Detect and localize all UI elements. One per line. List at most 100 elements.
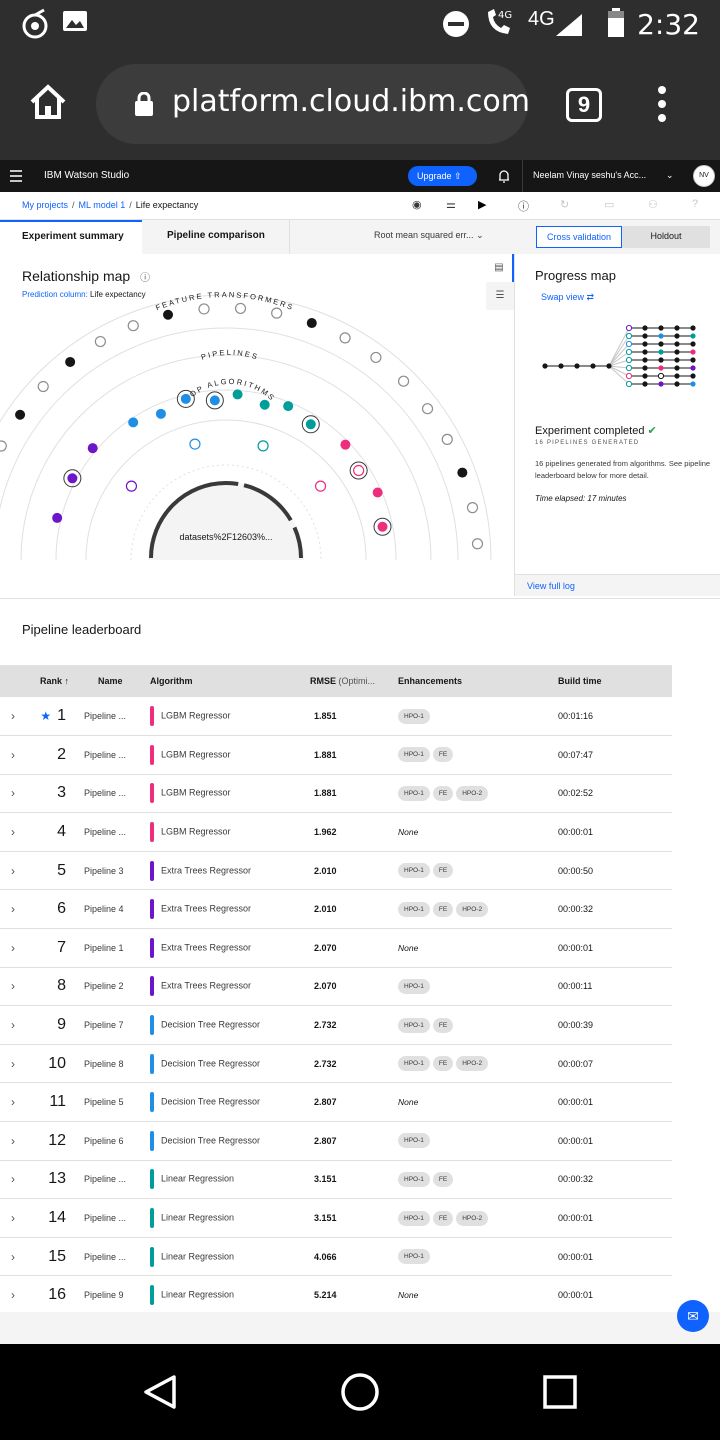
expand-row-icon[interactable]: › (0, 851, 26, 890)
expand-row-icon[interactable]: › (0, 1006, 26, 1045)
home-nav-icon[interactable] (340, 1372, 380, 1412)
name-header[interactable]: Name (84, 665, 150, 697)
pipeline-node[interactable] (340, 439, 351, 450)
rank-header[interactable]: Rank ↑ (26, 665, 84, 697)
relationship-map[interactable]: FEATURE TRANSFORMERS PIPELINES TOP ALGOR… (0, 254, 514, 596)
run-icon[interactable]: ▶ (478, 198, 486, 211)
pipeline-name[interactable]: Pipeline 1 (84, 929, 150, 968)
expand-row-icon[interactable]: › (0, 1122, 26, 1161)
eye-icon[interactable]: ◉ (412, 198, 422, 211)
rmse-header[interactable]: RMSE (Optimi... (310, 665, 398, 697)
map-view-icon[interactable]: ▤ (486, 254, 514, 282)
pipeline-name[interactable]: Pipeline 2 (84, 967, 150, 1006)
feature-transformer-node[interactable] (271, 307, 283, 319)
expand-row-icon[interactable]: › (0, 1160, 26, 1199)
history-icon[interactable]: ↻ (560, 198, 569, 211)
more-options-icon[interactable] (658, 86, 668, 128)
pipeline-node[interactable] (259, 399, 270, 410)
pipeline-node[interactable] (232, 389, 243, 400)
pipeline-name[interactable]: Pipeline ... (84, 813, 150, 852)
address-bar[interactable]: platform.cloud.ibm.com (96, 64, 528, 144)
algorithm-header[interactable]: Algorithm (150, 665, 310, 697)
pipeline-node[interactable] (353, 464, 365, 477)
dataset-node[interactable] (148, 482, 304, 560)
algorithm-node[interactable] (125, 480, 138, 492)
feature-transformer-node[interactable] (234, 302, 247, 315)
comment-icon[interactable]: ▭ (604, 198, 614, 211)
table-row[interactable]: › 2 Pipeline ... LGBM Regressor 1.881 HPO-1 FE… (0, 735, 672, 775)
expand-row-icon[interactable]: › (0, 697, 26, 736)
feature-transformer-node[interactable] (441, 433, 453, 445)
upgrade-button[interactable]: Upgrade ⇧ (408, 166, 477, 186)
pipeline-name[interactable]: Pipeline ... (84, 697, 150, 736)
account-switcher[interactable]: Neelam Vinay seshu's Acc... (522, 160, 686, 192)
pipeline-node[interactable] (283, 401, 294, 412)
feature-transformer-node[interactable] (37, 380, 49, 393)
table-row[interactable]: › 14 Pipeline ... Linear Regression 3.151 HPO… (0, 1198, 672, 1238)
feature-transformer-node[interactable] (421, 403, 434, 415)
settings-sliders-icon[interactable]: ⚌ (446, 198, 456, 211)
table-row[interactable]: › 7 Pipeline 1 Extra Trees Regressor 2.070 No… (0, 928, 672, 968)
feature-transformer-node[interactable] (127, 320, 139, 332)
enhancements-header[interactable]: Enhancements (398, 665, 558, 697)
metric-select[interactable]: Root mean squared err... ⌄ (374, 230, 484, 241)
expand-row-icon[interactable]: › (0, 1083, 26, 1122)
feature-transformer-node[interactable] (94, 335, 106, 348)
pipeline-node[interactable] (128, 417, 139, 428)
build-time-header[interactable]: Build time (558, 665, 672, 697)
list-view-icon[interactable]: ☰ (486, 282, 514, 310)
table-row[interactable]: › 15 Pipeline ... Linear Regression 4.066 HPO… (0, 1237, 672, 1276)
pipeline-name[interactable]: Pipeline ... (84, 1199, 150, 1238)
recents-icon[interactable] (542, 1374, 578, 1410)
expand-row-icon[interactable]: › (0, 890, 26, 929)
pipeline-node[interactable] (67, 473, 78, 484)
pipeline-name[interactable]: Pipeline ... (84, 774, 150, 813)
pipeline-node[interactable] (377, 521, 388, 532)
pipeline-name[interactable]: Pipeline 5 (84, 1083, 150, 1122)
expand-row-icon[interactable]: › (0, 929, 26, 968)
pipeline-name[interactable]: Pipeline 4 (84, 890, 150, 929)
algorithm-node[interactable] (189, 438, 201, 450)
pipeline-name[interactable]: Pipeline 6 (84, 1122, 150, 1161)
pipeline-node[interactable] (180, 393, 191, 404)
table-row[interactable]: › 10 Pipeline 8 Decision Tree Regressor 2.73… (0, 1044, 672, 1083)
view-full-log-link[interactable]: View full log (515, 574, 720, 596)
feature-transformer-node[interactable] (339, 332, 351, 344)
feature-transformer-node[interactable] (397, 375, 410, 387)
help-icon[interactable]: ? (692, 198, 698, 210)
pipeline-name[interactable]: Pipeline ... (84, 1237, 150, 1276)
pipeline-node[interactable] (155, 408, 166, 419)
feature-transformer-node[interactable] (471, 538, 484, 550)
table-row[interactable]: › 5 Pipeline 3 Extra Trees Regressor 2.010 HP… (0, 851, 672, 890)
feature-transformer-node[interactable] (198, 303, 210, 315)
tab-pipeline-comparison[interactable]: Pipeline comparison (142, 220, 290, 254)
pipeline-name[interactable]: Pipeline 3 (84, 851, 150, 890)
pipeline-node[interactable] (209, 395, 220, 406)
holdout-button[interactable]: Holdout (622, 226, 710, 248)
swap-view-link[interactable]: Swap view ⇄ (541, 292, 594, 303)
table-row[interactable]: › 16 Pipeline 9 Linear Regression 5.214 None 0… (0, 1275, 672, 1315)
menu-icon[interactable] (10, 170, 22, 185)
table-row[interactable]: › 12 Pipeline 6 Decision Tree Regressor 2.80… (0, 1121, 672, 1161)
table-row[interactable]: › ★ 1 Pipeline ... LGBM Regressor 1.851 HPO-1 0… (0, 697, 672, 736)
avatar[interactable]: NV (693, 165, 715, 187)
expand-row-icon[interactable]: › (0, 1199, 26, 1238)
pipeline-node[interactable] (87, 443, 98, 454)
breadcrumb-ml-model[interactable]: ML model 1 (79, 200, 126, 210)
info-icon[interactable]: ⓘ (518, 198, 529, 214)
algorithm-node[interactable] (314, 480, 327, 492)
table-row[interactable]: › 6 Pipeline 4 Extra Trees Regressor 2.010 HP… (0, 889, 672, 929)
notification-bell-icon[interactable] (498, 169, 510, 183)
cross-validation-button[interactable]: Cross validation (536, 226, 622, 248)
expand-row-icon[interactable]: › (0, 967, 26, 1006)
chat-icon[interactable]: ✉ (677, 1300, 709, 1332)
pipeline-name[interactable]: Pipeline ... (84, 736, 150, 775)
back-icon[interactable] (142, 1374, 178, 1410)
table-row[interactable]: › 11 Pipeline 5 Decision Tree Regressor 2.80… (0, 1082, 672, 1122)
collaborators-icon[interactable]: ⚇ (648, 198, 658, 211)
feature-transformer-node[interactable] (466, 502, 479, 514)
feature-transformer-node[interactable] (65, 356, 76, 367)
table-row[interactable]: › 3 Pipeline ... LGBM Regressor 1.881 HPO-1 FE… (0, 774, 672, 813)
pipeline-name[interactable]: Pipeline ... (84, 1160, 150, 1199)
pipeline-node[interactable] (52, 512, 63, 523)
